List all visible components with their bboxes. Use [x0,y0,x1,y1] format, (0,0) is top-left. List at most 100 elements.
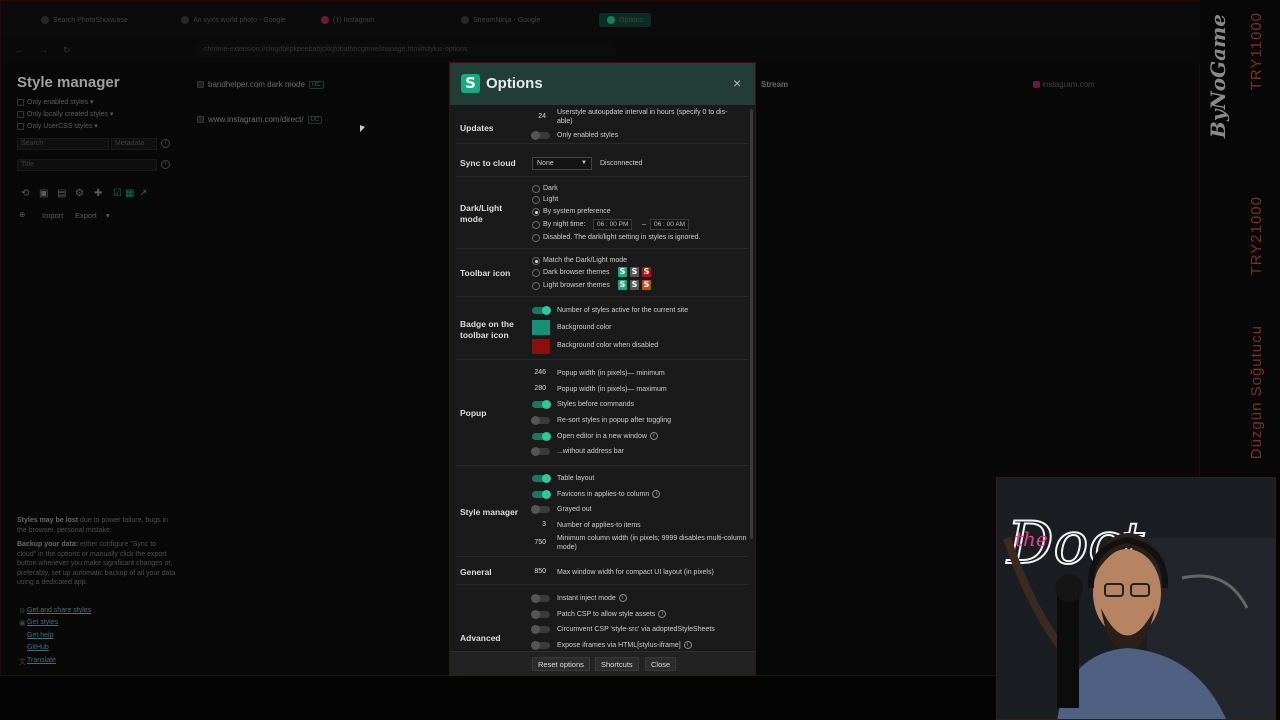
radio-dark[interactable] [532,185,540,193]
update-interval-input[interactable]: 24 [532,113,546,120]
badge-count-toggle[interactable] [532,306,551,315]
radio-night-time[interactable] [532,221,540,229]
expose-iframes-toggle[interactable] [531,641,550,650]
filter-enabled[interactable]: Only enabled styles ▾ [17,98,94,106]
add-style-icon[interactable]: ✚ [94,188,102,199]
patch-csp-toggle[interactable] [531,610,550,619]
radio-match-mode[interactable] [532,257,540,265]
style-row[interactable]: bandhelper.com dark mode UC [197,80,324,89]
export-button[interactable]: Export [75,211,97,220]
without-address-bar-toggle[interactable] [531,447,550,456]
night-start-input[interactable]: 06 : 00 PM [593,219,633,230]
search-input[interactable]: Search [17,138,109,150]
grayed-out-toggle[interactable] [531,505,550,514]
checkbox[interactable] [17,122,24,130]
filter-usercss[interactable]: Only UserCSS styles ▾ [17,122,98,130]
favicons-toggle[interactable] [532,490,551,499]
night-end-input[interactable]: 06 : 00 AM [650,219,690,230]
get-help-link[interactable]: Get help [27,632,53,639]
checkbox[interactable] [17,110,24,118]
back-icon[interactable]: ← [15,45,25,55]
tab-favicon-icon [41,16,49,24]
info-icon[interactable]: i [658,610,667,619]
chevron-down-icon[interactable]: ▾ [106,211,110,220]
backup-icon: ⊕ [19,210,26,219]
get-share-styles-link[interactable]: Get and share styles [27,607,91,614]
section-toolbar-icon: Toolbar icon [460,268,511,278]
popup-min-width-input[interactable]: 246 [532,369,546,376]
github-link[interactable]: GitHub [27,644,49,651]
forward-icon[interactable]: → [39,45,49,55]
mouse-cursor [360,125,365,134]
toggle-icon[interactable]: ▣ [39,188,48,199]
options-body: Updates 24 Userstyle autoupdate interval… [450,105,748,651]
external-link-icon[interactable]: ↗ [139,188,147,199]
translate-icon: 文 [19,659,26,666]
section-advanced: Advanced [460,633,501,643]
badge-disabled-color-picker[interactable] [532,339,550,354]
radio-light-themes[interactable] [532,282,540,290]
scrollbar[interactable] [750,109,753,539]
applies-to-count-input[interactable]: 3 [532,521,546,528]
divider [456,584,748,585]
reset-options-button[interactable]: Reset options [532,657,590,671]
badge-bg-color-picker[interactable] [532,320,550,335]
shortcuts-button[interactable]: Shortcuts [595,657,639,671]
stylus-icon [607,16,615,24]
translate-link[interactable]: Translate [27,657,56,664]
close-icon[interactable]: × [733,75,741,91]
checkbox-icon[interactable]: ☑ [113,188,122,199]
style-row[interactable]: www.instagram.com/direct/ UC [197,115,323,124]
radio-light[interactable] [532,196,540,204]
sort-select[interactable]: Title [17,159,157,171]
section-updates: Updates [460,123,494,133]
close-button[interactable]: Close [645,657,677,671]
list-icon[interactable]: ▦ [125,188,134,199]
info-icon[interactable]: i [161,139,170,148]
backup-warning: Styles may be lost due to power failure,… [17,517,176,586]
open-editor-window-toggle[interactable] [532,432,551,441]
url-field[interactable]: chrome-extension://clngdbkpkpeebahjckkjf… [196,43,616,57]
instant-inject-toggle[interactable] [531,594,550,603]
stylus-logo-icon: S [461,74,480,93]
info-icon[interactable]: i [618,594,627,603]
gear-icon[interactable]: ⚙ [75,188,84,199]
radio-disabled[interactable] [532,234,540,242]
styles-before-commands-toggle[interactable] [532,400,551,409]
browser-tab-active[interactable]: Options [599,13,652,27]
radio-system[interactable] [532,208,540,216]
only-enabled-toggle[interactable] [531,131,550,140]
table-layout-toggle[interactable] [532,474,551,483]
checkbox[interactable] [197,81,204,88]
browser-tab[interactable]: An xyx's world photo - Google [181,13,286,27]
info-icon[interactable]: i [683,641,692,650]
radio-dark-themes[interactable] [532,269,540,277]
filter-icon[interactable]: ▤ [57,188,66,199]
browser-tab[interactable]: (1) Instagram [321,13,375,27]
sync-select[interactable]: None ▼ [532,157,592,170]
circumvent-csp-toggle[interactable] [531,625,550,634]
reload-icon[interactable]: ↻ [63,45,73,55]
tab-favicon-icon [461,16,469,24]
filter-local[interactable]: Only locally created styles ▾ [17,110,113,118]
info-icon[interactable]: i [161,160,170,169]
info-icon[interactable]: i [649,432,658,441]
max-window-width-input[interactable]: 850 [532,568,546,575]
resort-toggle[interactable] [531,416,550,425]
get-styles-link[interactable]: Get styles [27,619,58,626]
divider [456,176,748,177]
import-button[interactable]: Import [42,211,63,220]
browser-tab[interactable]: Search PhotoShowcase [41,13,128,27]
info-icon[interactable]: i [652,490,661,499]
page-title: Style manager [17,74,120,91]
checkbox[interactable] [197,116,204,123]
check-updates-icon[interactable]: ⟲ [21,188,29,199]
checkbox[interactable] [17,98,24,106]
browser-tab[interactable]: StreamNinja - Google [461,13,540,27]
style-row-partial[interactable]: Stream [761,80,788,89]
search-mode-select[interactable]: Metadata [111,138,157,150]
usercss-badge: UC [307,115,323,124]
popup-max-width-input[interactable]: 280 [532,385,546,392]
sponsor-text: Düzgün Soğutucu [1248,325,1265,460]
min-column-width-input[interactable]: 750 [532,539,546,546]
